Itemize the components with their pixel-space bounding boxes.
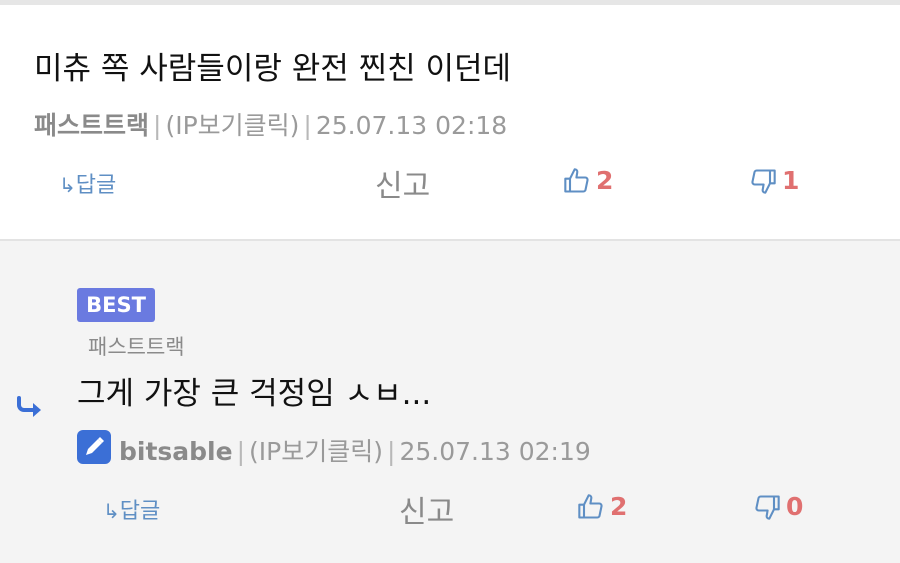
- thumbs-up-icon: [563, 167, 591, 195]
- like-button[interactable]: 2: [577, 492, 627, 521]
- comment-text: 미츄 쪽 사람들이랑 완전 찐친 이던데: [34, 51, 512, 87]
- comment-author[interactable]: 패스트트랙: [34, 111, 149, 140]
- best-badge: BEST: [77, 288, 155, 322]
- meta-separator: |: [387, 437, 396, 466]
- reply-arrow-icon: ↳: [59, 173, 76, 197]
- meta-separator: |: [236, 437, 246, 466]
- report-button[interactable]: 신고: [375, 161, 430, 205]
- like-count: 2: [610, 492, 628, 521]
- like-button[interactable]: 2: [563, 166, 613, 195]
- reply-button[interactable]: ↳답글: [103, 493, 160, 525]
- comment-timestamp: 25.07.13 02:18: [315, 111, 508, 140]
- comment-meta: bitsable | (IP보기클릭) | 25.07.13 02:19: [119, 432, 591, 468]
- comment-timestamp: 25.07.13 02:19: [399, 437, 591, 466]
- meta-separator: |: [153, 111, 162, 140]
- reply-arrow-icon: ↳: [103, 499, 120, 523]
- ip-view-link[interactable]: (IP보기클릭): [165, 111, 299, 140]
- ip-view-link[interactable]: (IP보기클릭): [249, 437, 383, 466]
- like-count: 2: [596, 166, 614, 195]
- thumbs-down-icon: [753, 493, 781, 521]
- reply-label: 답글: [75, 173, 117, 198]
- parent-author: 패스트트랙: [88, 335, 185, 359]
- reply-label: 답글: [119, 499, 161, 524]
- comment-author[interactable]: bitsable: [119, 437, 233, 466]
- reply-button[interactable]: ↳답글: [59, 167, 116, 199]
- comment-text: 그게 가장 큰 걱정임 ㅅㅂ...: [77, 376, 432, 412]
- thumbs-down-icon: [749, 167, 777, 195]
- dislike-count: 1: [782, 166, 800, 195]
- dislike-button[interactable]: 1: [749, 166, 799, 195]
- reply-arrow-icon: [15, 394, 45, 424]
- report-button[interactable]: 신고: [399, 487, 454, 531]
- meta-separator: |: [303, 111, 312, 140]
- dislike-count: 0: [786, 492, 804, 521]
- pencil-icon: [77, 430, 111, 464]
- comment-meta: 패스트트랙 | (IP보기클릭) | 25.07.13 02:18: [34, 106, 507, 142]
- thumbs-up-icon: [577, 493, 605, 521]
- dislike-button[interactable]: 0: [753, 492, 803, 521]
